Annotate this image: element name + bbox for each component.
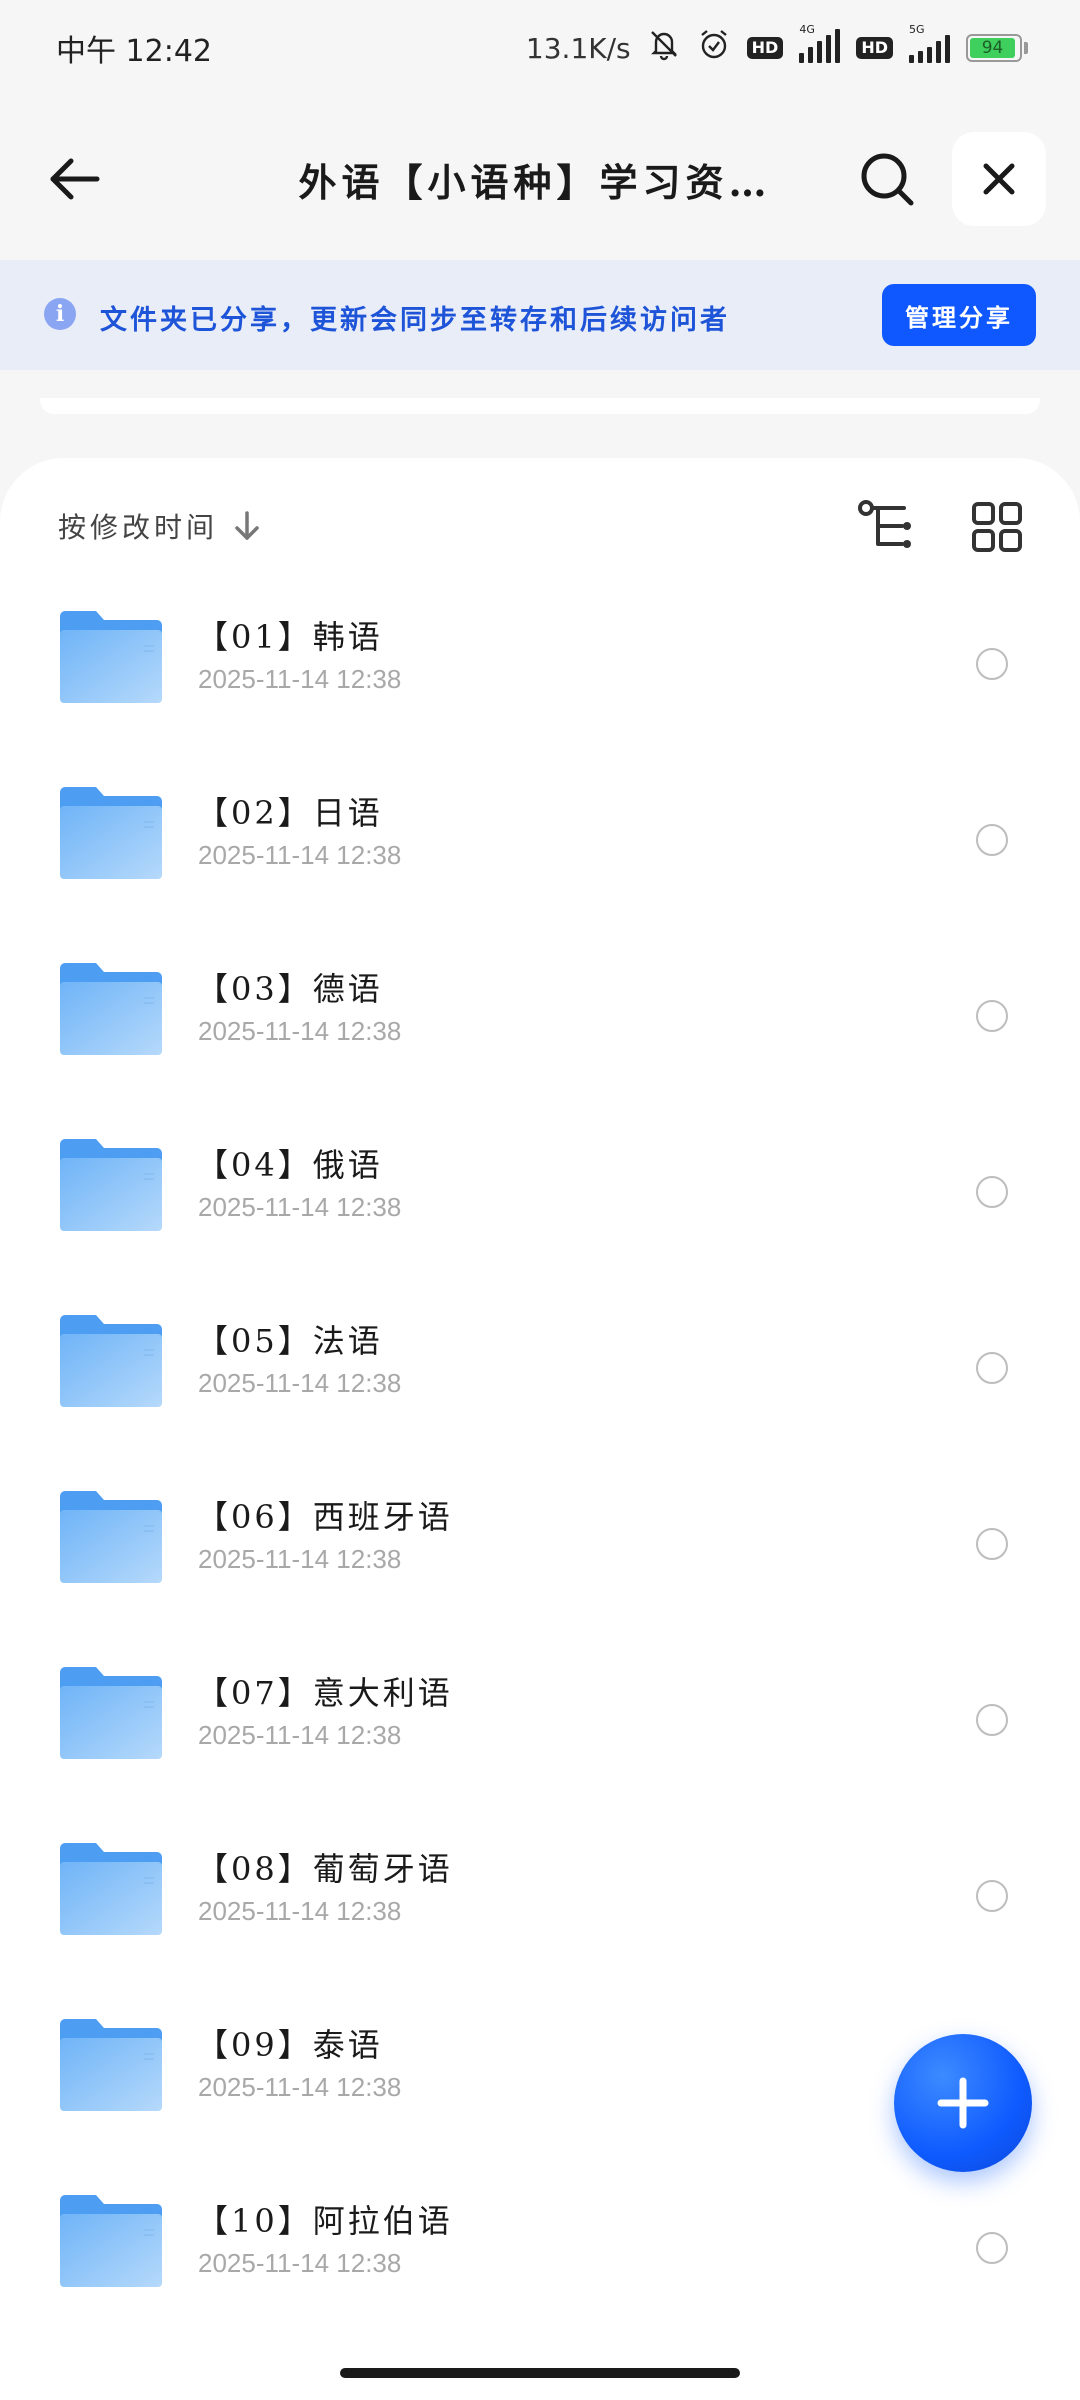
file-row[interactable]: 【03】德语 2025-11-14 12:38 [0,940,1080,1116]
folder-icon [60,1667,162,1759]
file-row[interactable]: 【06】西班牙语 2025-11-14 12:38 [0,1468,1080,1644]
tree-view-button[interactable] [854,496,916,558]
select-checkbox[interactable] [976,648,1008,680]
file-modified-date: 2025-11-14 12:38 [198,664,402,694]
search-icon [861,153,914,206]
sort-down-arrow-icon [235,511,259,540]
sort-label: 按修改时间 [58,511,219,544]
signal-4g-icon: 4G [799,23,841,63]
alarm-icon [697,27,731,69]
file-name: 【04】俄语 [196,1146,383,1184]
select-checkbox[interactable] [976,1704,1008,1736]
file-modified-date: 2025-11-14 12:38 [198,1016,402,1046]
add-button[interactable] [894,2034,1032,2172]
file-modified-date: 2025-11-14 12:38 [198,1544,402,1574]
file-row[interactable]: 【02】日语 2025-11-14 12:38 [0,764,1080,940]
file-name: 【05】法语 [196,1322,383,1360]
network-speed: 13.1K/s [525,31,631,65]
hd-badge-2: HD [856,37,893,59]
folder-icon [60,2195,162,2287]
share-banner: i 文件夹已分享，更新会同步至转存和后续访问者 管理分享 [0,260,1080,370]
folder-icon [60,2019,162,2111]
file-modified-date: 2025-11-14 12:38 [198,840,402,870]
file-row[interactable]: 【05】法语 2025-11-14 12:38 [0,1292,1080,1468]
close-button[interactable] [952,132,1046,226]
file-name: 【06】西班牙语 [196,1498,453,1536]
file-name: 【03】德语 [196,970,383,1008]
home-indicator[interactable] [340,2368,740,2378]
battery-level: 94 [970,38,1016,58]
file-modified-date: 2025-11-14 12:38 [198,2248,402,2278]
file-modified-date: 2025-11-14 12:38 [198,1368,402,1398]
file-modified-date: 2025-11-14 12:38 [198,2072,402,2102]
select-checkbox[interactable] [976,1000,1008,1032]
file-modified-date: 2025-11-14 12:38 [198,1896,402,1926]
file-name: 【10】阿拉伯语 [196,2202,453,2240]
file-row[interactable]: 【01】韩语 2025-11-14 12:38 [0,588,1080,764]
mute-bell-icon [647,27,681,69]
hd-badge-1: HD [746,37,784,59]
select-checkbox[interactable] [976,1176,1008,1208]
page-title: 外语【小语种】学习资… [298,160,772,205]
select-checkbox[interactable] [976,2232,1008,2264]
signal-5g-icon: 5G [909,23,950,63]
file-modified-date: 2025-11-14 12:38 [198,1192,402,1222]
file-row[interactable]: 【04】俄语 2025-11-14 12:38 [0,1116,1080,1292]
folder-icon [60,787,162,879]
search-button[interactable] [852,144,922,214]
file-modified-date: 2025-11-14 12:38 [198,1720,402,1750]
folder-icon [60,1843,162,1935]
folder-icon [60,611,162,703]
file-browser-screen: 中午 12:42 13.1K/s HD 4G HD 5G 94 外语【小语种】学… [0,0,1080,2400]
status-time: 中午 12:42 [56,34,212,69]
sort-control[interactable]: 按修改时间 [58,506,262,546]
status-indicators: 13.1K/s HD 4G HD 5G 94 [525,23,1028,69]
folder-icon [60,1139,162,1231]
tree-view-icon [858,500,911,548]
info-icon: i [44,298,76,330]
folder-icon [60,1491,162,1583]
file-name: 【08】葡萄牙语 [196,1850,453,1888]
signal-4g-tag: 4G [799,23,815,36]
top-nav: 外语【小语种】学习资… [0,96,1080,260]
file-row[interactable]: 【07】意大利语 2025-11-14 12:38 [0,1644,1080,1820]
back-button[interactable] [40,144,110,214]
file-name: 【09】泰语 [196,2026,383,2064]
file-row[interactable]: 【08】葡萄牙语 2025-11-14 12:38 [0,1820,1080,1996]
file-name: 【01】韩语 [196,618,383,656]
signal-5g-tag: 5G [909,23,925,36]
battery-icon: 94 [966,34,1028,62]
select-checkbox[interactable] [976,1352,1008,1384]
folder-icon [60,963,162,1055]
file-row[interactable]: 【10】阿拉伯语 2025-11-14 12:38 [0,2172,1080,2348]
collapsed-card-edge [40,398,1040,414]
back-arrow-icon [50,158,100,200]
file-name: 【02】日语 [196,794,383,832]
manage-share-button[interactable]: 管理分享 [882,284,1036,346]
status-bar: 中午 12:42 13.1K/s HD 4G HD 5G 94 [0,0,1080,96]
grid-view-icon [972,502,1022,552]
select-checkbox[interactable] [976,824,1008,856]
select-checkbox[interactable] [976,1528,1008,1560]
file-name: 【07】意大利语 [196,1674,453,1712]
plus-icon [937,2077,989,2129]
close-icon [983,163,1015,195]
grid-view-button[interactable] [966,496,1028,558]
share-message: 文件夹已分享，更新会同步至转存和后续访问者 [100,305,730,336]
folder-icon [60,1315,162,1407]
select-checkbox[interactable] [976,1880,1008,1912]
